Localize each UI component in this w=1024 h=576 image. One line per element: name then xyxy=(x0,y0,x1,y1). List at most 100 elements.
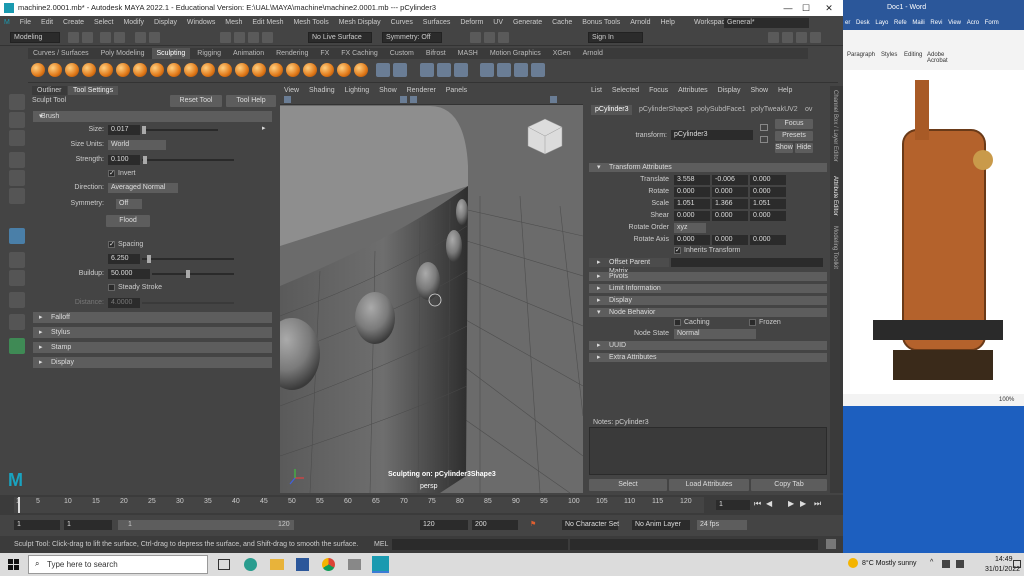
stylus-section[interactable]: Stylus xyxy=(33,327,272,338)
step-forward-icon[interactable]: ▶ xyxy=(800,499,806,508)
character-set-select[interactable]: No Character Set xyxy=(562,520,619,530)
sculpt-tool-icon[interactable] xyxy=(9,228,25,244)
playhead[interactable] xyxy=(18,497,20,513)
grab-brush-icon[interactable] xyxy=(82,63,96,77)
menu-edit-mesh[interactable]: Edit Mesh xyxy=(248,16,287,30)
spacing-field[interactable]: 6.250 xyxy=(108,254,140,264)
amplify-brush-icon[interactable] xyxy=(303,63,317,77)
ae-menu-attributes[interactable]: Attributes xyxy=(674,86,712,96)
shelf-tab-bifrost[interactable]: Bifrost xyxy=(421,48,451,59)
select-object-icon[interactable] xyxy=(135,32,146,43)
buildup-slider[interactable] xyxy=(152,270,234,278)
spacing-slider[interactable] xyxy=(142,255,234,263)
display-section[interactable]: Display xyxy=(589,296,827,305)
node-tab-polysubdface1[interactable]: polySubdFace1 xyxy=(693,105,750,115)
menu-cache[interactable]: Cache xyxy=(548,16,576,30)
pivots-section[interactable]: Pivots xyxy=(589,272,827,281)
four-view-icon[interactable] xyxy=(9,270,25,286)
rotate-y-field[interactable]: 0.000 xyxy=(712,187,748,197)
close-button[interactable]: ✕ xyxy=(815,0,843,16)
limit-information-section[interactable]: Limit Information xyxy=(589,284,827,293)
ae-menu-focus[interactable]: Focus xyxy=(645,86,672,96)
folder-icon[interactable] xyxy=(68,32,79,43)
workspace-select[interactable]: General* xyxy=(724,18,809,28)
grid-icon[interactable] xyxy=(393,63,407,77)
command-input[interactable] xyxy=(392,539,568,550)
snap-grid-icon[interactable] xyxy=(220,32,231,43)
snap-curve-icon[interactable] xyxy=(234,32,245,43)
start-time-field[interactable]: 1 xyxy=(14,520,60,530)
menu-bonus-tools[interactable]: Bonus Tools xyxy=(578,16,624,30)
play-icon[interactable]: ▶ xyxy=(788,499,794,508)
select-component-icon[interactable] xyxy=(149,32,160,43)
rotate-z-field[interactable]: 0.000 xyxy=(750,187,786,197)
go-end-icon[interactable]: ⏭ xyxy=(814,499,821,509)
go-output-icon[interactable] xyxy=(760,136,768,143)
display-section[interactable]: Display xyxy=(33,357,272,368)
strength-slider[interactable] xyxy=(142,156,234,164)
word-tab[interactable]: Refe xyxy=(892,20,909,26)
go-start-icon[interactable]: ⏮ xyxy=(754,499,761,509)
single-perspective-icon[interactable] xyxy=(9,252,25,268)
modeling-toolkit-tab[interactable]: Modeling Toolkit xyxy=(832,226,838,269)
select-button[interactable]: Select xyxy=(589,479,667,491)
blend-icon[interactable] xyxy=(497,63,511,77)
shelf-tab-xgen[interactable]: XGen xyxy=(548,48,576,59)
render-icon[interactable] xyxy=(470,32,481,43)
ae-menu-list[interactable]: List xyxy=(587,86,606,96)
caching-checkbox[interactable] xyxy=(674,319,681,326)
spacing-slider-knob[interactable] xyxy=(147,255,151,263)
viewport-menu-panels[interactable]: Panels xyxy=(442,86,471,95)
node-tab-overflow[interactable]: ov xyxy=(801,105,816,115)
reset-tool-button[interactable]: Reset Tool xyxy=(170,95,222,107)
menu-mesh-tools[interactable]: Mesh Tools xyxy=(289,16,332,30)
offset-parent-matrix-section[interactable]: Offset Parent Matrix xyxy=(589,258,669,275)
redo-icon[interactable] xyxy=(114,32,125,43)
snap-surface-icon[interactable] xyxy=(262,32,273,43)
notes-textarea[interactable] xyxy=(589,427,827,475)
shear-y-field[interactable]: 0.000 xyxy=(712,211,748,221)
channel-box-icon[interactable] xyxy=(782,32,793,43)
shelf-tab-sculpting[interactable]: Sculpting xyxy=(151,48,191,59)
script-editor-icon[interactable] xyxy=(826,539,836,549)
frozen-checkbox[interactable] xyxy=(749,319,756,326)
extra-attributes-section[interactable]: Extra Attributes xyxy=(589,353,827,362)
transform-name-field[interactable]: pCylinder3 xyxy=(671,130,753,140)
save-icon[interactable] xyxy=(82,32,93,43)
menu-modify[interactable]: Modify xyxy=(119,16,148,30)
word-tab[interactable]: Acro xyxy=(965,20,981,26)
smooth-brush-icon[interactable] xyxy=(48,63,62,77)
steady-stroke-checkbox[interactable] xyxy=(108,284,115,291)
node-tab-pcylindershape3[interactable]: pCylinderShape3 xyxy=(635,105,697,115)
word-tab[interactable]: Revi xyxy=(928,20,944,26)
menu-create[interactable]: Create xyxy=(59,16,88,30)
buildup-field[interactable]: 50.000 xyxy=(108,269,150,279)
menu-display[interactable]: Display xyxy=(150,16,181,30)
shelf-tab-animation[interactable]: Animation xyxy=(228,48,269,59)
symmetry-select[interactable]: Off xyxy=(116,199,142,209)
distance-slider[interactable] xyxy=(142,302,234,304)
knife-brush-icon[interactable] xyxy=(252,63,266,77)
shelf-tab-motion-graphics[interactable]: Motion Graphics xyxy=(485,48,546,59)
file-explorer-icon[interactable] xyxy=(270,559,284,570)
adobe-acrobat-group[interactable]: Adobe Acrobat xyxy=(927,52,961,64)
lasso-tool-icon[interactable] xyxy=(9,112,25,128)
menu-generate[interactable]: Generate xyxy=(509,16,546,30)
scale-x-field[interactable]: 1.051 xyxy=(674,199,710,209)
bulge-brush-icon[interactable] xyxy=(286,63,300,77)
copy-tab-button[interactable]: Copy Tab xyxy=(751,479,827,491)
uuid-section[interactable]: UUID xyxy=(589,341,827,350)
network-icon[interactable] xyxy=(942,560,950,568)
weather-text[interactable]: 8°C Mostly sunny xyxy=(862,560,917,567)
distance-field[interactable]: 4.0000 xyxy=(108,298,140,308)
presets-button[interactable]: Presets xyxy=(775,131,813,141)
smooth-shade-icon[interactable] xyxy=(410,96,417,103)
size-units-select[interactable]: World xyxy=(108,140,166,150)
flood-button[interactable]: Flood xyxy=(106,215,150,227)
render-settings-icon[interactable] xyxy=(498,32,509,43)
offset-parent-matrix-field[interactable] xyxy=(671,258,823,267)
size-reset-icon[interactable]: ▸ xyxy=(262,124,266,132)
spacing-checkbox[interactable]: ✓ xyxy=(108,241,115,248)
show-button[interactable]: Show xyxy=(775,143,793,153)
fps-select[interactable]: 24 fps xyxy=(697,520,747,530)
